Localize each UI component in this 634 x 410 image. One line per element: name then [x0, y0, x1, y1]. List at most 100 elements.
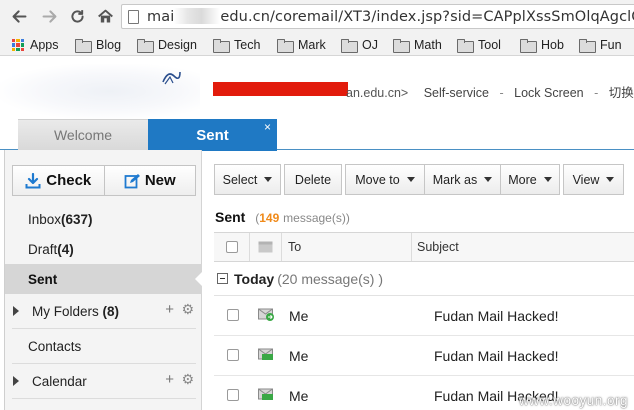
divider — [12, 328, 196, 329]
select-dropdown[interactable]: Select — [214, 164, 281, 195]
tab-welcome[interactable]: Welcome — [18, 119, 148, 150]
add-calendar-icon[interactable]: + — [165, 371, 174, 388]
add-folder-icon[interactable]: + — [165, 301, 174, 318]
caret-down-icon — [543, 177, 552, 182]
move-to-dropdown[interactable]: Move to — [345, 164, 425, 195]
address-bar[interactable]: mai edu.cn/coremail/XT3/index.jsp?sid=CAP… — [121, 4, 634, 29]
collapse-icon[interactable] — [217, 273, 228, 284]
check-mail-button[interactable]: Check — [13, 166, 104, 195]
browser-toolbar: mai edu.cn/coremail/XT3/index.jsp?sid=CAP… — [0, 0, 634, 33]
bookmark-tech[interactable]: Tech — [213, 37, 260, 53]
expand-triangle-icon[interactable] — [13, 306, 19, 316]
folder-icon — [393, 39, 410, 53]
type-column[interactable] — [250, 233, 282, 261]
row-checkbox[interactable] — [227, 349, 239, 361]
tab-sent-label: Sent — [196, 126, 229, 144]
row-checkbox[interactable] — [227, 309, 239, 321]
folder-icon — [277, 39, 294, 53]
more-dropdown[interactable]: More — [500, 164, 560, 195]
bookmark-apps[interactable]: Apps — [12, 37, 59, 53]
url-rest: edu.cn/coremail/XT3/index.jsp?sid=CAPplX… — [220, 9, 634, 25]
bookmark-label: Tool — [478, 38, 501, 52]
watermark: www.wooyun.org — [518, 393, 628, 408]
caret-down-icon — [484, 177, 493, 182]
bookmark-blog[interactable]: Blog — [75, 37, 121, 53]
bookmark-label: Math — [414, 38, 442, 52]
bookmark-math[interactable]: Math — [393, 37, 442, 53]
back-arrow-icon[interactable] — [9, 6, 29, 26]
subject-column-label: Subject — [417, 240, 459, 254]
envelope-sent-icon — [258, 348, 273, 360]
bookmarks-bar: Apps Blog Design Tech Mark OJ Math Tool … — [0, 33, 634, 56]
delete-button[interactable]: Delete — [284, 164, 342, 195]
sidebar-item-inbox[interactable]: Inbox (637) — [5, 204, 202, 234]
tab-sent[interactable]: Sent × — [148, 119, 277, 151]
mark-as-dropdown[interactable]: Mark as — [424, 164, 501, 195]
sidebar: Check New Inbox (637) Draft (4) Sent My Fo… — [4, 150, 203, 410]
bookmark-design[interactable]: Design — [137, 37, 197, 53]
bookmark-label: Mark — [298, 38, 326, 52]
expand-triangle-icon[interactable] — [13, 376, 19, 386]
header-links: an.edu.cn> Self-service - Lock Screen - … — [346, 82, 634, 101]
sidebar-item-calendar[interactable]: Calendar + ⚙ — [5, 364, 202, 398]
my-folders-count: (8) — [102, 303, 120, 319]
delete-label: Delete — [294, 172, 332, 187]
folder-icon — [213, 39, 230, 53]
folder-title: Sent (149 message(s)) — [215, 209, 350, 225]
compose-icon — [124, 173, 140, 188]
close-tab-icon[interactable]: × — [264, 120, 271, 134]
caret-down-icon — [406, 177, 415, 182]
to-column-label: To — [288, 240, 302, 254]
download-icon — [25, 172, 41, 188]
envelope-replied-icon — [258, 308, 274, 321]
url-prefix: mai — [147, 9, 175, 25]
select-all-checkbox[interactable] — [225, 241, 238, 253]
sidebar-item-my-folders[interactable]: My Folders (8) + ⚙ — [5, 294, 202, 328]
subject: Fudan Mail Hacked! — [434, 348, 559, 364]
list-item[interactable]: Me Fudan Mail Hacked! — [214, 336, 634, 376]
date-group-header[interactable]: Today (20 message(s) ) — [214, 262, 634, 296]
bookmark-hob[interactable]: Hob — [520, 37, 564, 53]
mark-as-label: Mark as — [432, 172, 478, 187]
view-label: View — [572, 172, 600, 187]
redacted-username — [213, 82, 348, 96]
self-service-link[interactable]: Self-service — [424, 86, 489, 100]
my-folders-label: My Folders — [32, 303, 99, 319]
home-icon[interactable] — [95, 6, 115, 26]
move-to-label: Move to — [355, 172, 400, 187]
sidebar-item-draft[interactable]: Draft (4) — [5, 234, 202, 264]
sidebar-item-sent[interactable]: Sent — [5, 264, 203, 294]
bookmark-oj[interactable]: OJ — [341, 37, 378, 53]
sidebar-item-contacts[interactable]: Contacts — [5, 331, 202, 361]
bookmark-tool[interactable]: Tool — [457, 37, 501, 53]
subject: Fudan Mail Hacked! — [434, 308, 559, 324]
url-redaction — [174, 8, 221, 24]
mail-header: an.edu.cn> Self-service - Lock Screen - … — [0, 56, 634, 119]
bookmark-label: Blog — [96, 38, 122, 52]
subject-column-header[interactable]: Subject — [412, 233, 634, 261]
gear-icon[interactable]: ⚙ — [181, 371, 194, 388]
group-count: (20 message(s) ) — [277, 270, 384, 287]
bookmark-fun[interactable]: Fun — [579, 37, 622, 53]
bookmark-mark[interactable]: Mark — [277, 37, 326, 53]
lock-screen-link[interactable]: Lock Screen — [514, 86, 583, 100]
list-item[interactable]: Me Fudan Mail Hacked! — [214, 296, 634, 336]
gear-icon[interactable]: ⚙ — [181, 301, 194, 318]
mail-actions: Check New — [12, 165, 196, 196]
header-separator: - — [499, 86, 504, 100]
caret-down-icon — [606, 177, 615, 182]
divider — [12, 398, 196, 399]
check-label: Check — [46, 172, 92, 189]
new-mail-button[interactable]: New — [103, 166, 196, 195]
new-label: New — [144, 172, 176, 189]
forward-arrow-icon[interactable] — [39, 6, 59, 26]
row-checkbox[interactable] — [227, 389, 239, 401]
switch-language-link[interactable]: 切换到中 — [609, 86, 634, 100]
bookmark-label: Tech — [234, 38, 261, 52]
to-column-header[interactable]: To — [282, 233, 412, 261]
view-dropdown[interactable]: View — [563, 164, 624, 195]
reload-icon[interactable] — [67, 6, 87, 26]
bookmark-label: Fun — [600, 38, 622, 52]
envelope-column-icon — [258, 241, 273, 253]
sender: Me — [289, 308, 309, 324]
